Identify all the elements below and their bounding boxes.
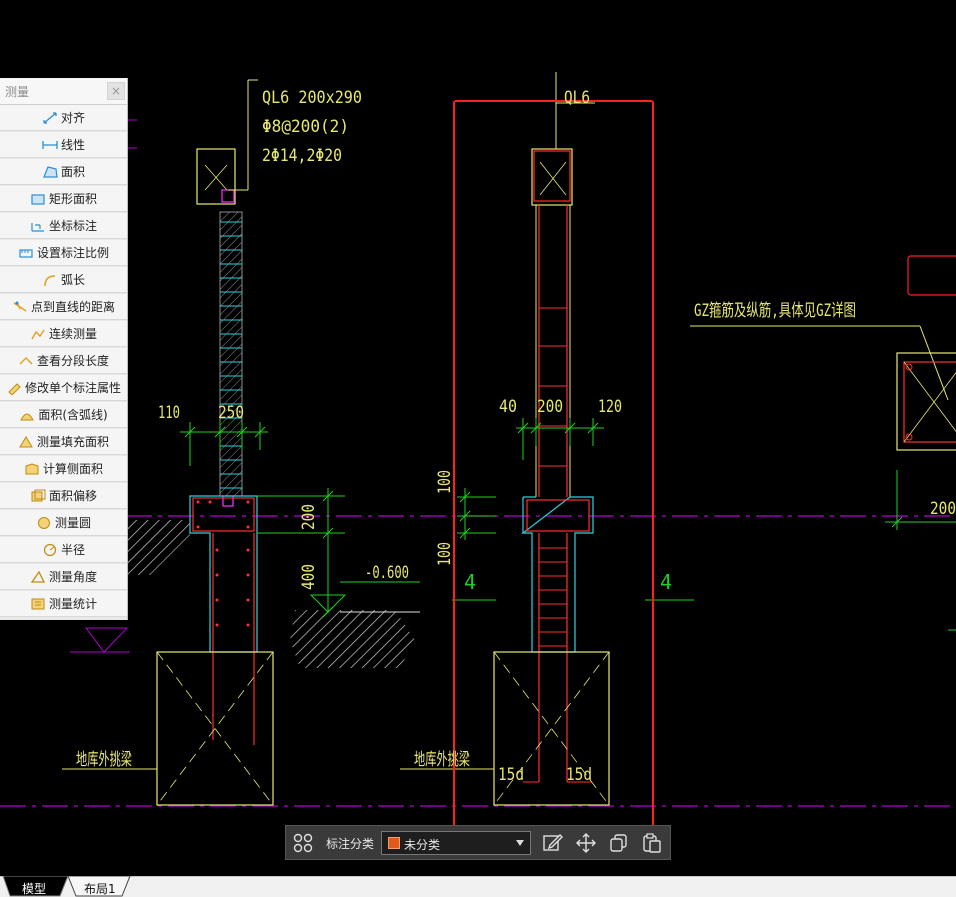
center-dim-100-lower: 100 bbox=[435, 542, 455, 566]
left-dim-400: 400 bbox=[299, 564, 319, 590]
tool-segment-length[interactable]: 查看分段长度 bbox=[0, 348, 127, 374]
side-area-icon bbox=[25, 462, 39, 474]
tool-align-dimension[interactable]: 对齐 bbox=[0, 105, 127, 131]
tool-linear-dimension[interactable]: 线性 bbox=[0, 132, 127, 158]
left-dim-110: 110 bbox=[158, 403, 180, 423]
right-dim-200: 200 bbox=[930, 499, 956, 519]
left-beam-stirrup: Φ8@200(2) bbox=[262, 117, 349, 137]
tool-label: 坐标标注 bbox=[48, 219, 97, 233]
area-offset-icon bbox=[31, 489, 46, 501]
section-mark-right: 4 bbox=[660, 570, 672, 594]
tool-angle[interactable]: 测量角度 bbox=[0, 564, 127, 590]
tool-label: 矩形面积 bbox=[48, 192, 97, 206]
left-dim-200: 200 bbox=[299, 504, 319, 530]
angle-icon bbox=[30, 570, 46, 583]
tool-label: 面积偏移 bbox=[48, 489, 97, 503]
tool-radius[interactable]: 半径 bbox=[0, 537, 127, 563]
coordinate-icon bbox=[31, 222, 44, 232]
arc-length-icon bbox=[44, 274, 56, 286]
tool-label: 测量圆 bbox=[54, 516, 91, 530]
panel-title: 测量 bbox=[5, 85, 30, 99]
section-mark-left: 4 bbox=[464, 570, 476, 594]
tool-label: 设置标注比例 bbox=[36, 246, 109, 260]
tool-side-area[interactable]: 计算侧面积 bbox=[0, 456, 127, 482]
left-foundation-label: 地库外挑梁 bbox=[76, 750, 132, 770]
center-dim-40: 40 bbox=[499, 397, 517, 417]
elevation-label: -0.600 bbox=[365, 563, 409, 583]
tool-area[interactable]: 面积 bbox=[0, 159, 127, 185]
tab-model[interactable]: 模型 bbox=[22, 880, 46, 897]
segment-length-icon bbox=[19, 356, 33, 364]
drawing-canvas[interactable]: QL6 200x290 Φ8@200(2) 2Φ14,2Φ20 110 250 … bbox=[0, 0, 956, 876]
category-value: 未分类 bbox=[404, 838, 441, 852]
center-beam-label: QL6 bbox=[564, 88, 590, 108]
edit-dimension-icon bbox=[8, 382, 21, 395]
tool-label: 半径 bbox=[60, 543, 85, 557]
tool-circle-measure[interactable]: 测量圆 bbox=[0, 510, 127, 536]
copy-icon[interactable] bbox=[608, 833, 630, 853]
tool-label: 连续测量 bbox=[48, 327, 97, 341]
tool-label: 测量填充面积 bbox=[36, 435, 109, 449]
tool-rectangle-area[interactable]: 矩形面积 bbox=[0, 186, 127, 212]
radius-icon bbox=[43, 543, 57, 556]
tool-label: 点到直线的距离 bbox=[30, 300, 115, 314]
point-to-line-icon bbox=[13, 301, 27, 312]
tool-label: 测量统计 bbox=[48, 597, 97, 611]
center-dim-100-upper: 100 bbox=[435, 470, 455, 494]
tool-label: 查看分段长度 bbox=[36, 354, 109, 368]
close-button[interactable]: × bbox=[107, 82, 125, 100]
tool-arc-length[interactable]: 弧长 bbox=[0, 267, 127, 293]
tool-continuous-measure[interactable]: 连续测量 bbox=[0, 321, 127, 347]
tool-arc-area[interactable]: 面积(含弧线) bbox=[0, 402, 127, 428]
paste-icon[interactable] bbox=[641, 833, 663, 853]
center-dim-200: 200 bbox=[537, 397, 563, 417]
statistics-icon bbox=[31, 598, 45, 609]
circle-measure-icon bbox=[37, 516, 50, 529]
category-select[interactable]: 未分类 bbox=[381, 831, 531, 855]
scale-icon bbox=[19, 248, 33, 258]
tool-label: 面积 bbox=[60, 165, 85, 179]
layout-tabs: 模型 布局1 bbox=[0, 876, 956, 897]
tool-point-to-line[interactable]: 点到直线的距离 bbox=[0, 294, 127, 320]
edit-icon[interactable] bbox=[542, 833, 564, 853]
tool-statistics[interactable]: 测量统计 bbox=[0, 591, 127, 617]
tool-label: 弧长 bbox=[60, 273, 85, 287]
tool-label: 线性 bbox=[60, 138, 85, 152]
annotation-toolbar: 标注分类 未分类 bbox=[285, 825, 671, 860]
anchor-left: 15d bbox=[498, 765, 524, 785]
continuous-measure-icon bbox=[31, 329, 45, 339]
tool-edit-dimension[interactable]: 修改单个标注属性 bbox=[0, 375, 127, 401]
tool-label: 测量角度 bbox=[48, 570, 97, 584]
align-dimension-icon bbox=[43, 111, 57, 124]
category-color-swatch bbox=[388, 837, 400, 849]
linear-dimension-icon bbox=[42, 140, 58, 149]
tool-label: 计算侧面积 bbox=[42, 462, 103, 476]
measure-panel: 测量 × 对齐线性面积矩形面积坐标标注设置标注比例 弧长点到直线的距离 连续测量查看… bbox=[0, 78, 128, 620]
grid-icon[interactable] bbox=[292, 833, 314, 853]
hatch-area-icon bbox=[19, 435, 33, 447]
category-label: 标注分类 bbox=[326, 837, 375, 851]
tool-scale[interactable]: 设置标注比例 bbox=[0, 240, 127, 266]
gz-note: GZ箍筋及纵筋,具体见GZ详图 bbox=[694, 301, 856, 321]
center-foundation-label: 地库外挑梁 bbox=[414, 750, 470, 770]
tool-area-offset[interactable]: 面积偏移 bbox=[0, 483, 127, 509]
left-beam-bars: 2Φ14,2Φ20 bbox=[262, 146, 342, 166]
area-icon bbox=[43, 165, 58, 178]
rectangle-area-icon bbox=[31, 193, 45, 205]
tool-hatch-area[interactable]: 测量填充面积 bbox=[0, 429, 127, 455]
chevron-down-icon bbox=[516, 840, 524, 846]
center-dim-120: 120 bbox=[598, 397, 622, 417]
tool-label: 对齐 bbox=[60, 111, 85, 125]
arc-area-icon bbox=[20, 413, 35, 420]
left-beam-label: QL6 200x290 bbox=[262, 88, 362, 108]
anchor-right: 15d bbox=[566, 765, 592, 785]
tool-label: 面积(含弧线) bbox=[38, 408, 108, 422]
move-icon[interactable] bbox=[575, 833, 597, 853]
tool-coordinate[interactable]: 坐标标注 bbox=[0, 213, 127, 239]
tool-label: 修改单个标注属性 bbox=[24, 381, 121, 395]
panel-header: 测量 × bbox=[0, 78, 127, 105]
tab-layout1[interactable]: 布局1 bbox=[84, 880, 116, 897]
left-dim-250: 250 bbox=[218, 403, 244, 423]
